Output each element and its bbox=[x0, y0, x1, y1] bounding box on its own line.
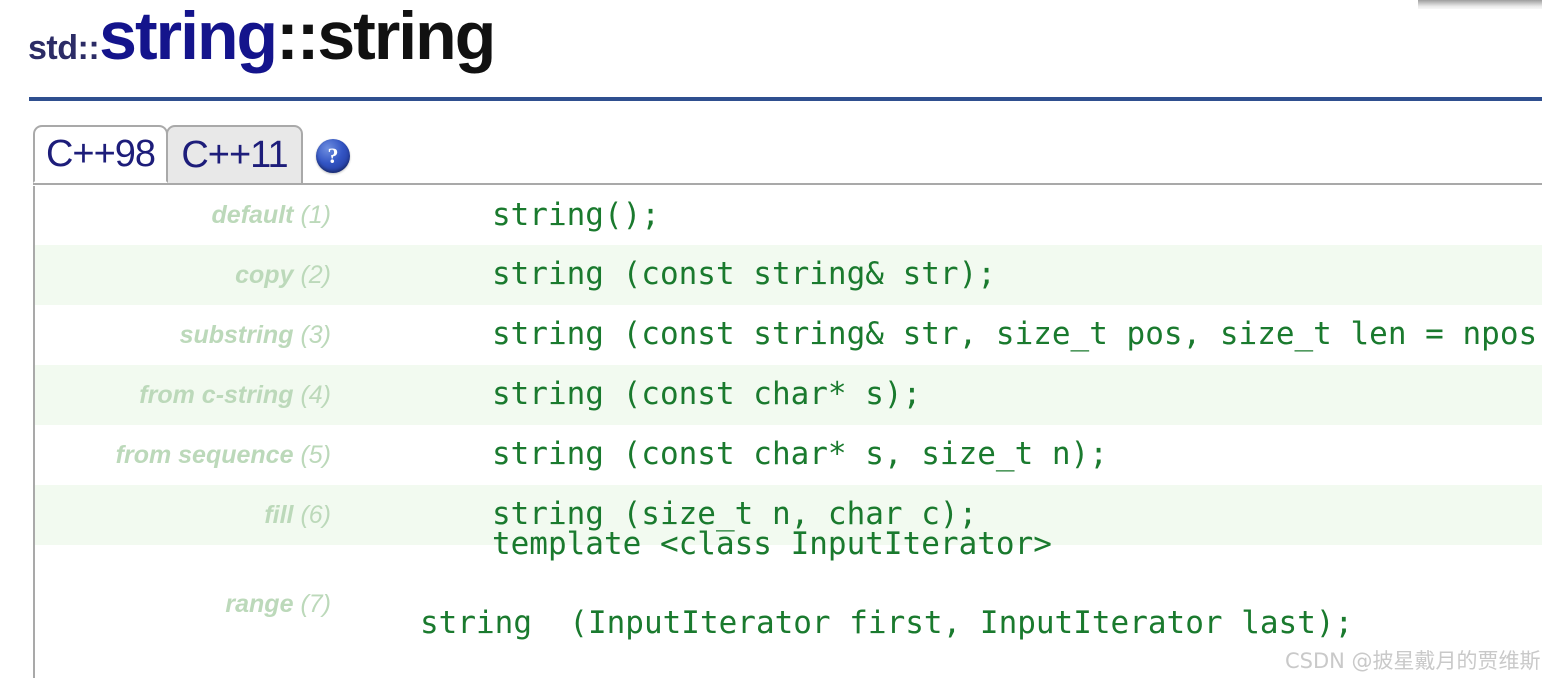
signature-label-name: fill bbox=[264, 500, 294, 529]
tab-cpp11-label: C++11 bbox=[181, 133, 288, 176]
signature-label: default (1) bbox=[35, 201, 347, 230]
signature-label-name: substring bbox=[179, 320, 294, 349]
help-question-icon[interactable]: ? bbox=[316, 139, 350, 173]
standard-version-tabbar: C++98 C++11 ? bbox=[33, 125, 1542, 185]
signature-label-number: (1) bbox=[300, 201, 331, 229]
page-title-member: ::string bbox=[276, 0, 496, 74]
signature-label-number: (4) bbox=[300, 380, 331, 409]
signature-label: fill (6) bbox=[35, 501, 347, 530]
tab-cpp98-label: C++98 bbox=[45, 132, 156, 175]
signature-label-name: copy bbox=[235, 260, 294, 289]
constructor-signature-table: default (1) string(); copy (2) string (c… bbox=[33, 186, 1542, 678]
signature-code: template <class InputIterator> string (I… bbox=[347, 485, 1542, 678]
tabbar-underline bbox=[33, 183, 1542, 185]
signature-label-number: (3) bbox=[300, 320, 331, 349]
page-title-class: string bbox=[99, 0, 278, 74]
tab-cpp11[interactable]: C++11 bbox=[166, 125, 303, 183]
table-row: range (7) template <class InputIterator>… bbox=[35, 526, 1542, 663]
signature-label: range (7) bbox=[35, 590, 347, 619]
signature-label-name: from sequence bbox=[115, 440, 294, 469]
signature-label-name: default bbox=[211, 201, 294, 229]
header-divider-rule bbox=[29, 97, 1542, 101]
signature-label-name: range bbox=[225, 589, 294, 618]
signature-label: copy (2) bbox=[35, 261, 347, 290]
signature-label: substring (3) bbox=[35, 321, 347, 350]
signature-code-line-continuation: string (InputIterator first, InputIterat… bbox=[420, 605, 1354, 641]
signature-label-number: (2) bbox=[300, 260, 331, 289]
signature-code-line: template <class InputIterator> bbox=[491, 525, 1052, 562]
page-header: std::string::string bbox=[0, 0, 1542, 104]
tab-cpp98[interactable]: C++98 bbox=[33, 125, 168, 183]
signature-label-number: (7) bbox=[300, 589, 331, 618]
page-title: std::string::string bbox=[28, 2, 496, 70]
signature-label-name: from c-string bbox=[139, 380, 294, 409]
signature-label: from sequence (5) bbox=[35, 441, 347, 470]
page-title-namespace: std:: bbox=[28, 29, 100, 67]
signature-label-number: (5) bbox=[300, 440, 331, 469]
signature-label-number: (6) bbox=[300, 500, 331, 529]
signature-label: from c-string (4) bbox=[35, 381, 347, 410]
help-icon-glyph: ? bbox=[327, 143, 339, 168]
